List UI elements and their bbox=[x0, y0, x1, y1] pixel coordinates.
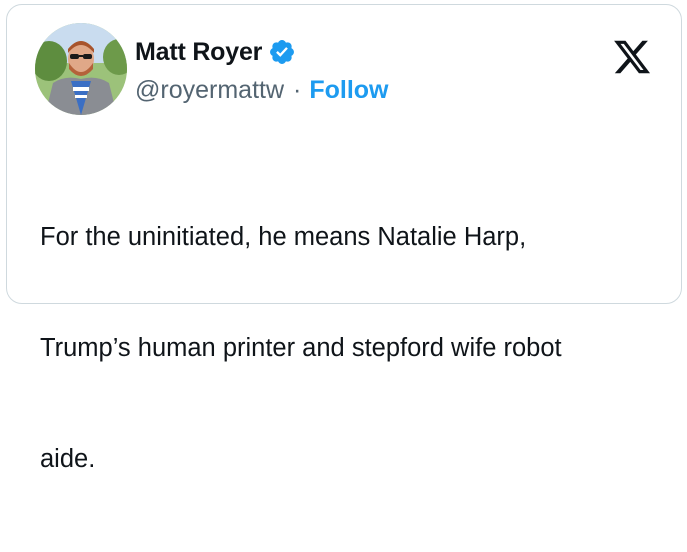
tweet-text-line: aide. bbox=[40, 445, 96, 473]
tweet-text: For the uninitiated, he means Natalie Ha… bbox=[40, 145, 660, 552]
author-handle[interactable]: @royermattw bbox=[135, 76, 284, 105]
follow-button[interactable]: Follow bbox=[309, 76, 388, 105]
tweet-card: Matt Royer @royermattw · Follow For the … bbox=[6, 4, 682, 473]
verified-badge-icon bbox=[270, 40, 295, 64]
author-avatar[interactable] bbox=[35, 23, 127, 115]
separator-dot: · bbox=[293, 75, 302, 104]
name-row: Matt Royer bbox=[135, 35, 389, 69]
author-display-name[interactable]: Matt Royer bbox=[135, 38, 262, 67]
author-info: Matt Royer @royermattw · Follow bbox=[135, 35, 389, 107]
handle-row: @royermattw · Follow bbox=[135, 73, 389, 107]
x-logo-icon[interactable] bbox=[611, 37, 653, 77]
tweet-text-line: Trump’s human printer and stepford wife … bbox=[40, 334, 562, 362]
profile-photo-icon bbox=[35, 23, 127, 115]
tweet-text-line: For the uninitiated, he means Natalie Ha… bbox=[40, 223, 527, 251]
